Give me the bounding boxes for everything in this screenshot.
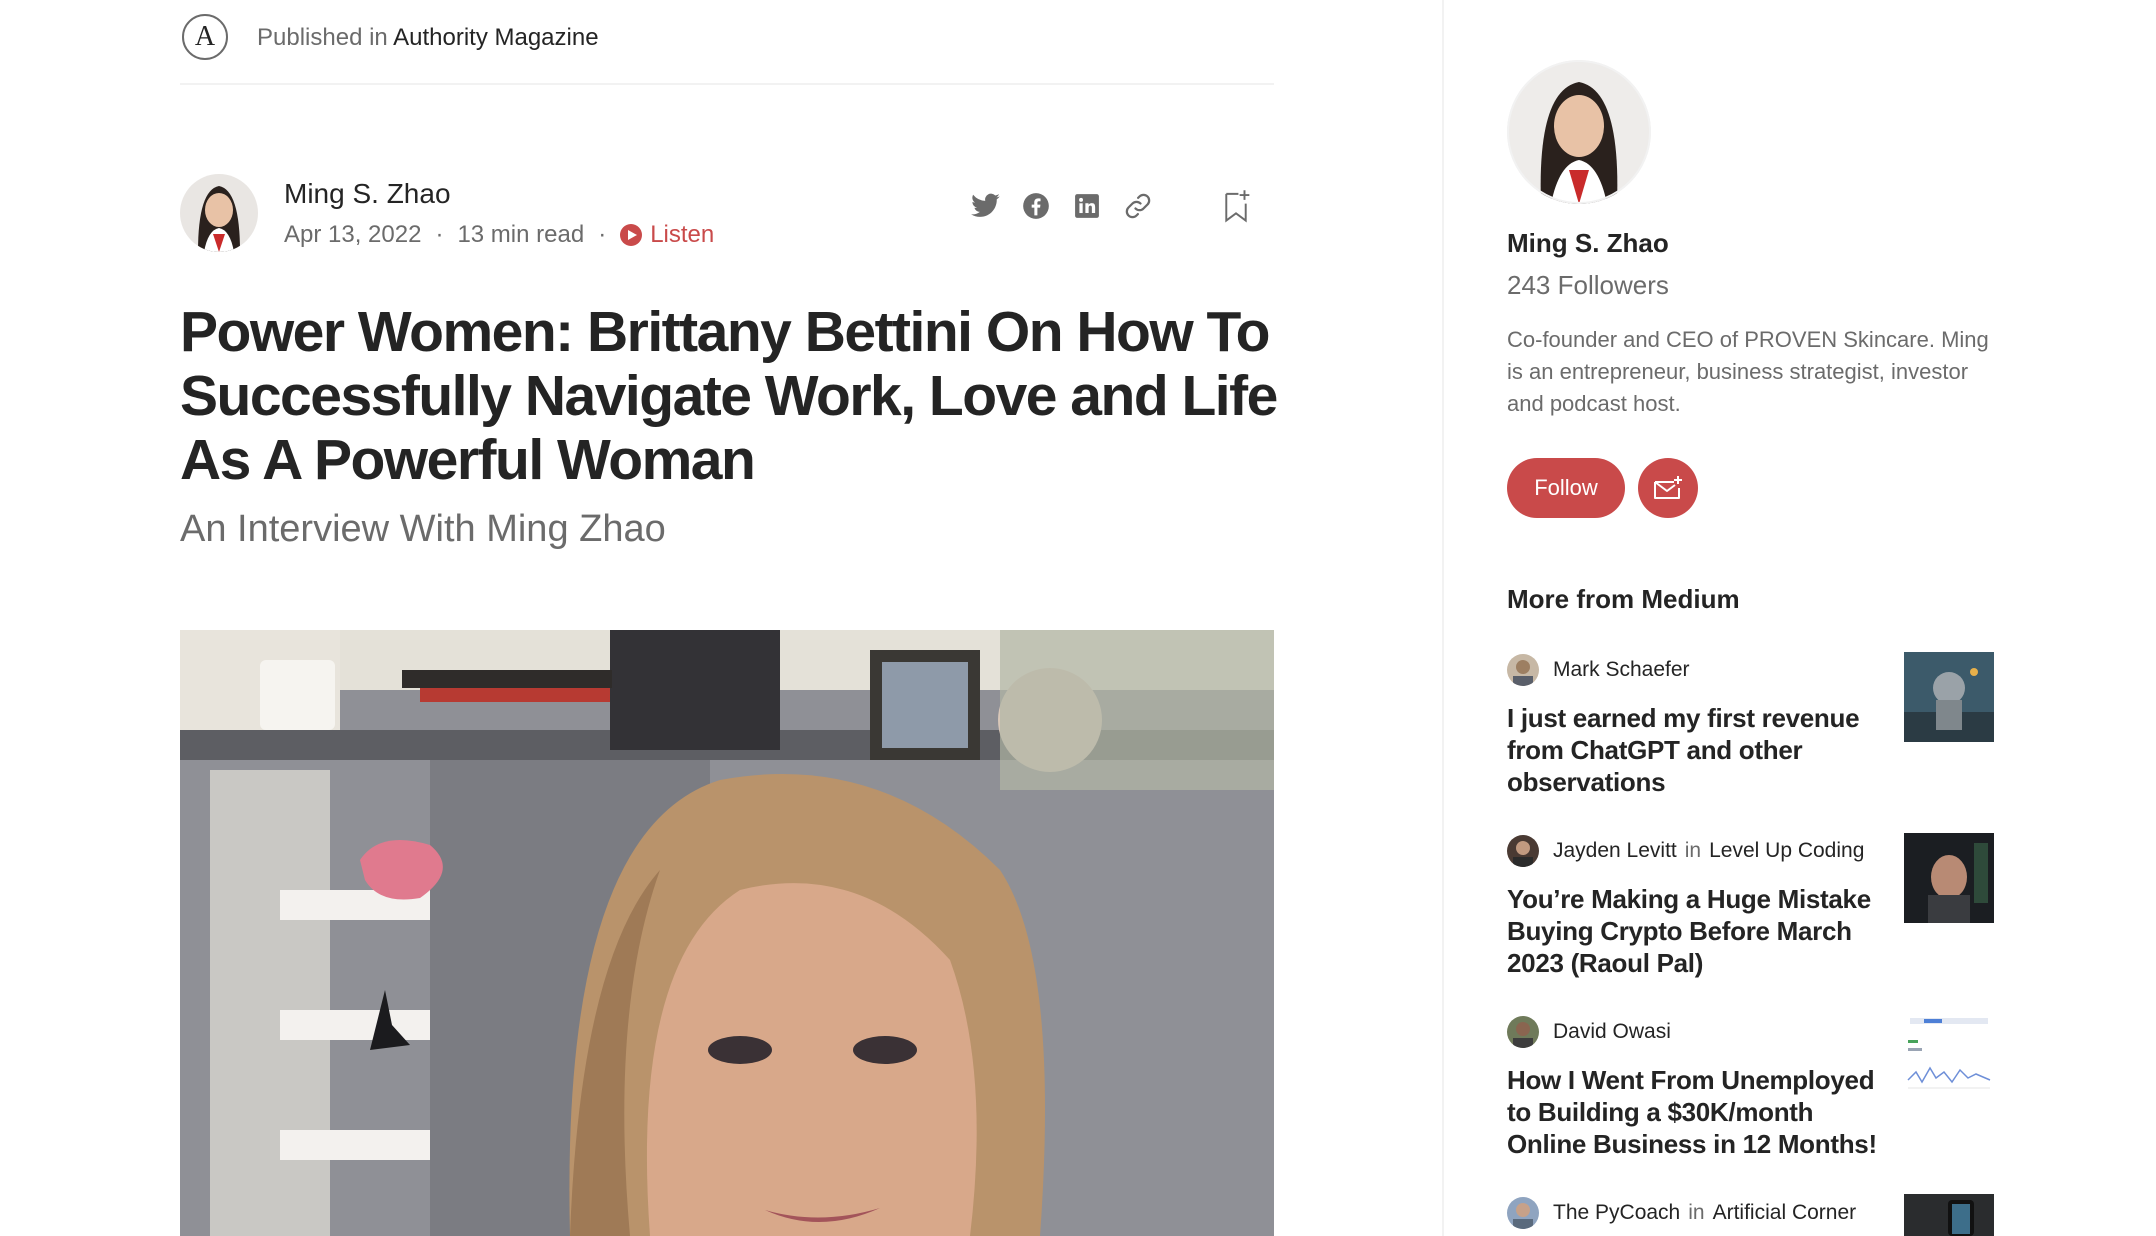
linkedin-share-button[interactable]	[1069, 188, 1105, 224]
facebook-share-button[interactable]	[1018, 188, 1054, 224]
recommendation-in-label: in	[1684, 839, 1702, 862]
article-subtitle: An Interview With Ming Zhao	[180, 508, 666, 550]
article-hero-image	[180, 630, 1274, 1236]
listen-label: Listen	[650, 221, 715, 248]
publication-line: Published in Authority Magazine	[257, 24, 599, 52]
published-in-label: Published in	[257, 24, 388, 51]
article-title: Power Women: Brittany Bettini On How To …	[180, 300, 1278, 492]
author-avatar[interactable]	[180, 174, 258, 252]
subscribe-email-button[interactable]	[1638, 458, 1698, 518]
author-name-link[interactable]: Ming S. Zhao	[284, 178, 451, 210]
more-from-medium-heading: More from Medium	[1507, 584, 1740, 614]
bookmark-add-icon	[1225, 190, 1250, 223]
copy-link-button[interactable]	[1120, 188, 1156, 224]
read-time: 13 min read	[457, 221, 585, 248]
follow-button[interactable]: Follow	[1507, 458, 1625, 518]
recommendation-author-avatar[interactable]	[1507, 654, 1539, 686]
recommendation-publication[interactable]: Artificial Corner	[1713, 1201, 1857, 1225]
link-icon	[1125, 193, 1151, 219]
recommendation-author-avatar[interactable]	[1507, 835, 1539, 867]
header-divider	[180, 83, 1274, 85]
recommendation-author-avatar[interactable]	[1507, 1197, 1539, 1229]
meta-separator: ·	[598, 221, 607, 248]
sidebar-divider	[1442, 0, 1444, 1236]
recommendation-thumbnail[interactable]	[1904, 1194, 1994, 1236]
facebook-icon	[1023, 193, 1049, 219]
mail-plus-icon	[1654, 476, 1682, 499]
recommendation-thumbnail[interactable]	[1904, 833, 1994, 923]
publish-date: Apr 13, 2022	[284, 221, 422, 248]
publication-logo-letter: A	[194, 21, 216, 52]
sidebar-author-bio: Co-founder and CEO of PROVEN Skincare. M…	[1507, 327, 1989, 416]
linkedin-icon	[1075, 194, 1099, 218]
sidebar-author-name[interactable]: Ming S. Zhao	[1507, 228, 1669, 259]
recommendation-in-label: in	[1688, 1201, 1705, 1224]
publication-logo[interactable]: A	[182, 14, 228, 60]
save-bookmark-button[interactable]	[1218, 188, 1254, 224]
recommendation-author[interactable]: The PyCoach	[1553, 1201, 1680, 1225]
sidebar-followers-count[interactable]: 243 Followers	[1507, 270, 1669, 301]
recommendation-author[interactable]: Jayden Levitt	[1553, 839, 1677, 863]
recommendation-author-avatar[interactable]	[1507, 1016, 1539, 1048]
publication-name-link[interactable]: Authority Magazine	[393, 24, 598, 51]
sidebar-author-avatar[interactable]	[1507, 60, 1651, 204]
recommendation-thumbnail[interactable]	[1904, 1014, 1994, 1104]
recommendation-title[interactable]: You’re Making a Huge Mistake Buying Cryp…	[1507, 883, 1877, 979]
recommendation-thumbnail[interactable]	[1904, 652, 1994, 742]
meta-separator: ·	[435, 221, 444, 248]
listen-button[interactable]: Listen	[620, 221, 714, 249]
article-meta: Apr 13, 2022 · 13 min read · Listen	[284, 221, 714, 249]
recommendation-author[interactable]: David Owasi	[1553, 1020, 1671, 1044]
recommendation-title[interactable]: How I Went From Unemployed to Building a…	[1507, 1064, 1877, 1160]
recommendation-author[interactable]: Mark Schaefer	[1553, 658, 1690, 682]
recommendation-title[interactable]: I just earned my first revenue from Chat…	[1507, 702, 1877, 798]
twitter-share-button[interactable]	[968, 188, 1004, 224]
play-icon	[620, 224, 643, 246]
twitter-icon	[971, 193, 1000, 217]
recommendation-publication[interactable]: Level Up Coding	[1709, 839, 1864, 863]
